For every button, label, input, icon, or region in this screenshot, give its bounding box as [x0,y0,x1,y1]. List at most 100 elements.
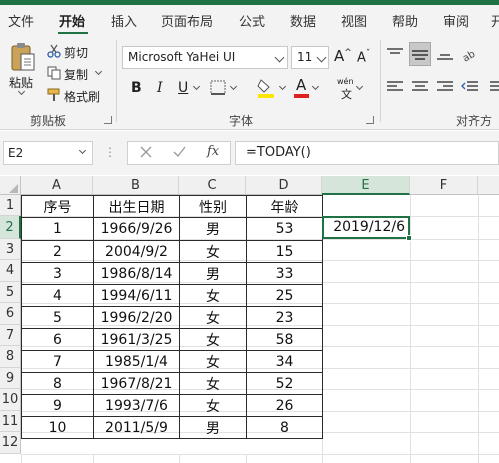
column-header-e[interactable]: E [322,176,410,195]
font-color-icon[interactable]: A [296,76,306,94]
table-cell[interactable]: 53 [246,217,323,241]
tab-help[interactable]: 帮助 [392,11,418,30]
column-header-g[interactable] [478,176,499,195]
row-header-10[interactable]: 10 [0,389,21,411]
increase-font-size-icon[interactable]: A^ [334,47,352,65]
table-cell[interactable]: 男 [179,262,247,285]
table-cell[interactable]: 15 [246,240,323,263]
tab-review[interactable]: 审阅 [443,11,469,30]
selected-cell-e2[interactable]: 2019/12/6 [322,216,410,239]
column-header-d[interactable]: D [246,176,322,195]
table-cell[interactable]: 男 [179,217,247,241]
tab-page-layout[interactable]: 页面布局 [161,11,213,30]
tab-file[interactable]: 文件 [8,11,34,30]
table-cell[interactable]: 1967/8/21 [93,372,180,395]
decrease-font-size-icon[interactable]: Aˇ [357,49,370,65]
table-cell[interactable]: 1993/7/6 [93,394,180,417]
table-cell[interactable]: 26 [246,394,323,417]
table-cell[interactable]: 10 [21,416,94,439]
fill-handle[interactable] [406,235,412,241]
copy-button[interactable]: 复制 [64,66,88,83]
cut-button[interactable]: 剪切 [64,44,88,61]
table-cell[interactable]: 女 [179,372,247,395]
row-header-2[interactable]: 2 [0,216,21,239]
table-cell[interactable]: 33 [246,262,323,285]
table-cell[interactable]: 8 [246,416,323,439]
fill-color-icon[interactable] [257,78,275,98]
cancel-icon[interactable] [140,146,152,158]
phonetic-guide-button[interactable]: wén [337,77,354,86]
column-header-f[interactable]: F [410,176,478,195]
table-cell[interactable]: 52 [246,372,323,395]
font-name-select[interactable]: Microsoft YaHei UI [122,46,288,69]
table-cell[interactable]: 1961/3/25 [93,328,180,351]
row-header-8[interactable]: 8 [0,346,21,368]
align-bottom-icon[interactable] [436,47,454,61]
table-cell[interactable]: 1985/1/4 [93,350,180,373]
row-header-3[interactable]: 3 [0,239,21,260]
tab-home[interactable]: 开始 [59,11,85,30]
align-center-icon[interactable] [411,80,429,94]
align-right-icon[interactable] [436,80,454,94]
tab-data[interactable]: 数据 [290,11,316,30]
row-header-7[interactable]: 7 [0,325,21,346]
row-header-12[interactable]: 12 [0,432,21,454]
column-header-a[interactable]: A [21,176,93,195]
table-cell[interactable]: 女 [179,394,247,417]
increase-indent-icon[interactable] [484,80,499,94]
table-cell[interactable]: 7 [21,350,94,373]
format-painter-button[interactable]: 格式刷 [64,88,100,105]
formula-input[interactable]: =TODAY() [235,141,499,165]
borders-icon[interactable] [210,80,228,96]
table-cell[interactable]: 1994/6/11 [93,284,180,307]
formula-bar-grip-icon[interactable]: ⋮ [104,145,116,159]
decrease-indent-icon[interactable] [461,80,479,94]
table-cell[interactable]: 6 [21,328,94,351]
table-cell[interactable]: 女 [179,328,247,351]
bold-icon[interactable]: B [131,80,142,96]
table-cell[interactable]: 女 [179,284,247,307]
clipboard-launcher-icon[interactable] [104,116,112,124]
table-cell[interactable]: 2011/5/9 [93,416,180,439]
table-cell[interactable]: 58 [246,328,323,351]
row-header-1[interactable]: 1 [0,195,21,216]
row-header-6[interactable]: 6 [0,303,21,325]
font-launcher-icon[interactable] [366,116,374,124]
table-cell[interactable]: 34 [246,350,323,373]
table-cell[interactable]: 1 [21,217,94,241]
table-cell[interactable]: 2 [21,240,94,263]
header-cell-birthdate[interactable]: 出生日期 [93,195,180,218]
insert-function-icon[interactable]: fx [207,144,219,159]
table-cell[interactable]: 1996/2/20 [93,306,180,329]
table-cell[interactable]: 8 [21,372,94,395]
table-cell[interactable]: 3 [21,262,94,285]
column-header-b[interactable]: B [93,176,179,195]
header-cell-gender[interactable]: 性别 [179,195,247,218]
header-cell-age[interactable]: 年龄 [246,195,323,218]
column-header-c[interactable]: C [179,176,246,195]
row-header-5[interactable]: 5 [0,282,21,303]
name-box[interactable]: E2 [3,141,93,165]
row-header-11[interactable]: 11 [0,411,21,432]
tab-developer[interactable]: 开发 [491,11,499,30]
tab-insert[interactable]: 插入 [111,11,137,30]
text-orientation-icon[interactable]: ab [461,45,481,63]
table-cell[interactable]: 1966/9/26 [93,217,180,241]
table-cell[interactable]: 女 [179,240,247,263]
table-cell[interactable]: 2004/9/2 [93,240,180,263]
italic-icon[interactable]: I [157,80,163,96]
tab-formulas[interactable]: 公式 [239,11,265,30]
row-header-4[interactable]: 4 [0,260,21,282]
table-cell[interactable]: 4 [21,284,94,307]
enter-icon[interactable] [173,146,186,158]
paste-icon[interactable] [10,42,36,72]
table-cell[interactable]: 女 [179,350,247,373]
table-cell[interactable]: 女 [179,306,247,329]
header-cell-index[interactable]: 序号 [21,195,94,218]
table-cell[interactable]: 9 [21,394,94,417]
table-cell[interactable]: 25 [246,284,323,307]
table-cell[interactable]: 1986/8/14 [93,262,180,285]
table-cell[interactable]: 男 [179,416,247,439]
tab-view[interactable]: 视图 [341,11,367,30]
align-top-icon[interactable] [386,47,404,61]
